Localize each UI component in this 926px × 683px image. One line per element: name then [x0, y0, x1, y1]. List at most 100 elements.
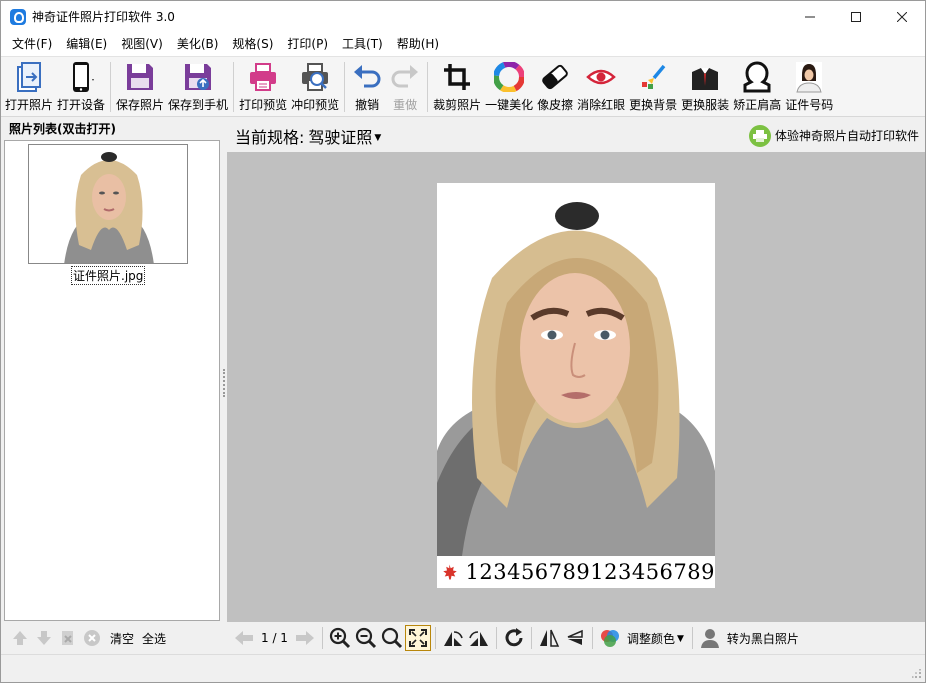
photo-filename[interactable]: 证件照片.jpg: [71, 266, 146, 285]
maximize-icon: [851, 11, 861, 22]
toolbar-separator: [321, 627, 323, 649]
spec-dropdown[interactable]: 驾驶证照 ▼: [308, 124, 381, 148]
image-toolbar: 1 / 1 调整颜色 ▼ 转为黑白照片: [227, 622, 925, 654]
open-photo-button[interactable]: 打开照片: [3, 57, 55, 117]
toolbar-separator: [434, 627, 436, 649]
save-to-phone-icon: [181, 60, 215, 94]
crop-label: 裁剪照片: [433, 98, 482, 112]
minimize-button[interactable]: [787, 1, 833, 32]
undo-button[interactable]: 撤销: [348, 57, 386, 117]
toolbar-separator: [495, 627, 497, 649]
menu-spec[interactable]: 规格(S): [225, 32, 280, 57]
toolbar-separator: [691, 627, 693, 649]
app-window: 神奇证件照片打印软件 3.0 文件(F) 编辑(E) 视图(V) 美化(B) 规…: [0, 0, 926, 683]
rotate-left-icon[interactable]: [440, 625, 466, 651]
menu-help[interactable]: 帮助(H): [390, 32, 446, 57]
save-photo-label: 保存照片: [116, 98, 165, 112]
develop-preview-button[interactable]: 冲印预览: [289, 57, 341, 117]
save-photo-button[interactable]: 保存照片: [114, 57, 166, 117]
title-bar: 神奇证件照片打印软件 3.0: [1, 1, 925, 32]
open-device-label: 打开设备: [57, 98, 106, 112]
zoom-out-icon[interactable]: [353, 625, 379, 651]
fit-window-icon[interactable]: [404, 625, 431, 651]
menu-file[interactable]: 文件(F): [5, 32, 59, 57]
menu-print[interactable]: 打印(P): [280, 32, 335, 57]
photo-canvas[interactable]: 123456789123456789: [227, 152, 925, 622]
flip-horizontal-icon[interactable]: [536, 625, 562, 651]
develop-preview-label: 冲印预览: [291, 98, 340, 112]
prev-page-icon[interactable]: [231, 625, 257, 651]
grayscale-person-icon: [697, 625, 723, 651]
move-up-icon[interactable]: [10, 628, 30, 648]
move-down-icon[interactable]: [34, 628, 54, 648]
photo-thumbnail[interactable]: [28, 144, 188, 264]
id-number-strip: 123456789123456789: [437, 556, 715, 588]
toolbar-separator: [233, 62, 235, 112]
toolbar-separator: [427, 62, 429, 112]
portrait-thumbnail-image: [29, 145, 187, 263]
eraser-button[interactable]: 像皮擦: [535, 57, 575, 117]
change-clothes-button[interactable]: 更换服装: [679, 57, 731, 117]
next-page-icon[interactable]: [292, 625, 318, 651]
zoom-actual-icon[interactable]: [379, 625, 405, 651]
red-eye-button[interactable]: 消除红眼: [575, 57, 627, 117]
close-button[interactable]: [879, 1, 925, 32]
clear-button[interactable]: 清空: [110, 630, 134, 647]
menu-view[interactable]: 视图(V): [114, 32, 170, 57]
id-number-label: 证件号码: [785, 98, 834, 112]
zoom-in-icon[interactable]: [327, 625, 353, 651]
app-logo-icon: [10, 8, 26, 25]
id-photo-preview[interactable]: 123456789123456789: [437, 183, 715, 588]
rotate-right-icon[interactable]: [466, 625, 492, 651]
select-all-button[interactable]: 全选: [142, 630, 166, 647]
menu-beautify[interactable]: 美化(B): [170, 32, 226, 57]
menu-bar: 文件(F) 编辑(E) 视图(V) 美化(B) 规格(S) 打印(P) 工具(T…: [1, 32, 925, 57]
toolbar-separator: [530, 627, 532, 649]
undo-label: 撤销: [355, 98, 380, 112]
maximize-button[interactable]: [833, 1, 879, 32]
phone-icon: [64, 60, 98, 94]
close-icon: [897, 11, 907, 22]
fix-shoulders-button[interactable]: 矫正肩高: [731, 57, 783, 117]
change-clothes-label: 更换服装: [681, 98, 730, 112]
delete-circle-icon[interactable]: [82, 628, 102, 648]
id-number-button[interactable]: 证件号码: [783, 57, 835, 117]
save-to-phone-button[interactable]: 保存到手机: [166, 57, 230, 117]
change-background-button[interactable]: 更换背景: [627, 57, 679, 117]
head-silhouette-icon: [740, 60, 774, 94]
develop-preview-icon: [298, 60, 332, 94]
open-device-button[interactable]: 打开设备: [55, 57, 107, 117]
splitter-grip: [223, 369, 225, 397]
one-click-beautify-button[interactable]: 一键美化: [483, 57, 535, 117]
photo-list-header: 照片列表(双击打开): [2, 119, 221, 140]
remove-file-icon[interactable]: [58, 628, 78, 648]
change-background-label: 更换背景: [629, 98, 678, 112]
print-preview-button[interactable]: 打印预览: [237, 57, 289, 117]
menu-tools[interactable]: 工具(T): [335, 32, 390, 57]
to-grayscale-button[interactable]: 转为黑白照片: [727, 630, 799, 647]
resize-grip-icon[interactable]: [912, 669, 922, 679]
one-click-beautify-label: 一键美化: [485, 98, 534, 112]
refresh-icon[interactable]: [501, 625, 527, 651]
eye-icon: [584, 60, 618, 94]
promo-link[interactable]: 体验神奇照片自动打印软件: [748, 124, 919, 147]
photo-list[interactable]: 证件照片.jpg: [4, 140, 220, 621]
id-number-text: 123456789123456789: [465, 560, 715, 584]
window-title: 神奇证件照片打印软件 3.0: [32, 10, 175, 24]
spec-dropdown-value: 驾驶证照: [308, 127, 373, 147]
eraser-icon: [538, 60, 572, 94]
flip-vertical-icon[interactable]: [562, 625, 588, 651]
redo-label: 重做: [393, 98, 418, 112]
color-wheel-icon: [492, 60, 526, 94]
open-photo-label: 打开照片: [5, 98, 54, 112]
promo-printer-icon: [748, 124, 771, 147]
id-portrait-icon: [792, 60, 826, 94]
redo-icon: [388, 60, 422, 94]
save-to-phone-label: 保存到手机: [168, 98, 229, 112]
crop-button[interactable]: 裁剪照片: [431, 57, 483, 117]
adjust-color-dropdown[interactable]: 调整颜色 ▼: [627, 630, 684, 647]
redo-button[interactable]: 重做: [386, 57, 424, 117]
suit-icon: [688, 60, 722, 94]
photo-list-actions: 清空 全选: [2, 623, 221, 653]
menu-edit[interactable]: 编辑(E): [59, 32, 114, 57]
